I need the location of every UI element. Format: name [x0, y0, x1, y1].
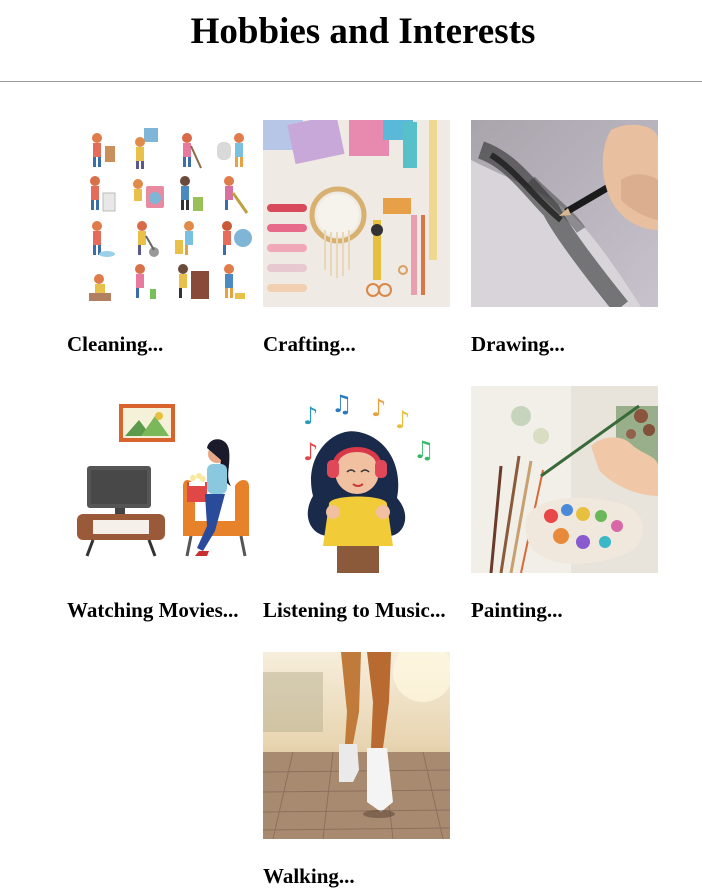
page-title: Hobbies and Interests — [190, 11, 536, 52]
hobby-caption[interactable]: Listening to Music... — [263, 598, 446, 622]
hobby-caption[interactable]: Crafting... — [263, 332, 356, 356]
svg-text:♪: ♪ — [395, 406, 410, 434]
hobby-caption[interactable]: Watching Movies... — [67, 598, 239, 622]
svg-text:♫: ♫ — [331, 390, 353, 418]
cleaning-image[interactable] — [75, 120, 262, 307]
hobby-caption[interactable]: Walking... — [263, 864, 355, 888]
drawing-image[interactable] — [471, 120, 658, 307]
svg-text:♫: ♫ — [413, 436, 435, 464]
hobby-caption[interactable]: Painting... — [471, 598, 563, 622]
walking-image[interactable] — [263, 652, 450, 839]
hobby-caption[interactable]: Drawing... — [471, 332, 565, 356]
listening-to-music-image[interactable]: ♪ ♫ ♪ ♪ ♫ ♪ — [263, 386, 450, 573]
svg-text:♪: ♪ — [303, 402, 318, 430]
painting-image[interactable] — [471, 386, 658, 573]
crafting-image[interactable] — [263, 120, 450, 307]
svg-text:♪: ♪ — [371, 394, 386, 422]
watching-movies-image[interactable] — [75, 386, 262, 573]
header-divider — [0, 81, 702, 82]
hobby-caption[interactable]: Cleaning... — [67, 332, 163, 356]
